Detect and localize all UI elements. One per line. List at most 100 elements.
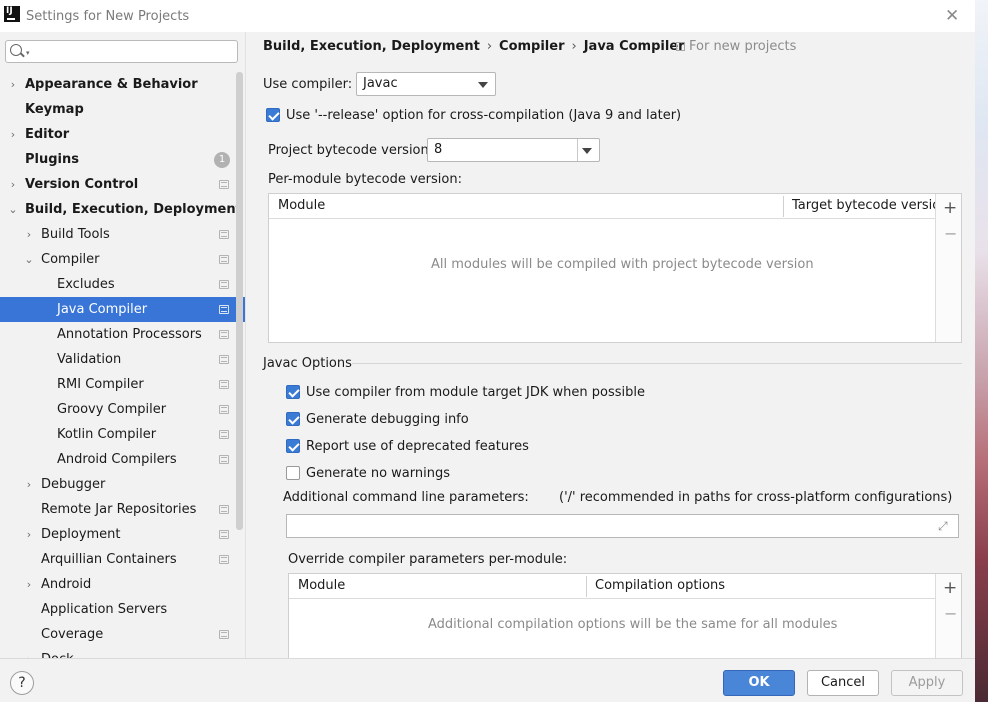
search-icon xyxy=(10,44,22,56)
add-icon[interactable]: + xyxy=(943,198,957,218)
dialog-button-bar: ? OK Cancel Apply xyxy=(0,658,975,702)
javac-option-label: Generate debugging info xyxy=(306,412,469,427)
chevron-right-icon[interactable]: › xyxy=(7,122,19,147)
breadcrumb-separator-icon: › xyxy=(571,39,577,54)
chevron-right-icon[interactable]: › xyxy=(23,222,35,247)
project-level-icon xyxy=(219,505,229,514)
sidebar-item-label: Coverage xyxy=(41,627,104,642)
sidebar-item-editor[interactable]: › Editor xyxy=(0,122,236,147)
column-divider[interactable] xyxy=(586,576,587,597)
sidebar-item-label: Keymap xyxy=(25,102,84,117)
table-empty-text: All modules will be compiled with projec… xyxy=(431,257,814,272)
override-params-table: Module Compilation options Additional co… xyxy=(288,573,962,663)
sidebar-item-label: Arquillian Containers xyxy=(41,552,177,567)
javac-options-title: Javac Options xyxy=(263,356,352,371)
column-header-module[interactable]: Module xyxy=(298,578,345,593)
column-header-compilation-options[interactable]: Compilation options xyxy=(595,578,725,593)
sidebar-item-version-control[interactable]: › Version Control xyxy=(0,172,236,197)
additional-params-hint: ('/' recommended in paths for cross-plat… xyxy=(559,490,953,505)
sidebar-scrollbar[interactable] xyxy=(236,72,243,530)
sidebar-item-appearance-behavior[interactable]: › Appearance & Behavior xyxy=(0,72,236,97)
sidebar-item-label: Compiler xyxy=(41,252,100,267)
sidebar-item-build-execution-deployment[interactable]: ⌄ Build, Execution, Deployment xyxy=(0,197,241,222)
chevron-right-icon[interactable]: › xyxy=(7,172,19,197)
javac-option-label: Report use of deprecated features xyxy=(306,439,529,454)
column-header-module[interactable]: Module xyxy=(278,198,325,213)
sidebar-item-label: Deployment xyxy=(41,527,121,542)
sidebar-item-build-tools[interactable]: › Build Tools xyxy=(0,222,236,247)
per-module-bytecode-table: Module Target bytecode version All modul… xyxy=(268,193,962,343)
javac-option-checkbox[interactable] xyxy=(286,466,300,480)
column-divider[interactable] xyxy=(783,196,784,217)
project-level-icon xyxy=(219,305,229,314)
sidebar-item-keymap[interactable]: Keymap xyxy=(0,97,236,122)
add-icon[interactable]: + xyxy=(943,578,957,598)
javac-option-checkbox[interactable] xyxy=(286,385,300,399)
javac-option-checkbox[interactable] xyxy=(286,412,300,426)
table-toolbar: + − xyxy=(935,194,961,342)
title-bar: IJ Settings for New Projects ✕ xyxy=(0,0,975,32)
sidebar-item-java-compiler[interactable]: Java Compiler xyxy=(0,297,245,322)
sidebar-item-remote-jar-repositories[interactable]: Remote Jar Repositories xyxy=(0,497,236,522)
sidebar-item-plugins[interactable]: Plugins 1 xyxy=(0,147,236,172)
close-icon[interactable]: ✕ xyxy=(945,6,959,26)
expand-icon[interactable]: ⤢ xyxy=(938,519,948,534)
project-level-icon xyxy=(219,280,229,289)
project-level-icon xyxy=(219,430,229,439)
chevron-right-icon[interactable]: › xyxy=(23,472,35,497)
sidebar-item-label: Validation xyxy=(57,352,122,367)
project-level-icon xyxy=(219,330,229,339)
sidebar-item-excludes[interactable]: Excludes xyxy=(0,272,236,297)
remove-icon[interactable]: − xyxy=(944,604,957,623)
sidebar-item-label: Android xyxy=(41,577,92,592)
sidebar-item-arquillian-containers[interactable]: Arquillian Containers xyxy=(0,547,236,572)
cancel-button[interactable]: Cancel xyxy=(807,670,879,696)
help-button[interactable]: ? xyxy=(10,671,34,695)
sidebar-item-application-servers[interactable]: Application Servers xyxy=(0,597,236,622)
sidebar-item-label: Remote Jar Repositories xyxy=(41,502,197,517)
sidebar-item-compiler[interactable]: ⌄ Compiler xyxy=(0,247,236,272)
javac-option-checkbox[interactable] xyxy=(286,439,300,453)
column-header-target-bytecode[interactable]: Target bytecode version xyxy=(792,198,949,213)
sidebar-item-annotation-processors[interactable]: Annotation Processors xyxy=(0,322,236,347)
table-header: Module Compilation options xyxy=(289,574,935,599)
project-level-icon xyxy=(219,630,229,639)
sidebar-item-validation[interactable]: Validation xyxy=(0,347,236,372)
chevron-right-icon[interactable]: › xyxy=(23,572,35,597)
chevron-down-icon[interactable]: ⌄ xyxy=(7,197,19,222)
ok-button[interactable]: OK xyxy=(723,670,795,696)
sidebar-item-debugger[interactable]: › Debugger xyxy=(0,472,236,497)
settings-search-input[interactable]: ▾ xyxy=(5,40,238,63)
chevron-right-icon[interactable]: › xyxy=(7,72,19,97)
sidebar-item-android[interactable]: › Android xyxy=(0,572,236,597)
sidebar-item-kotlin-compiler[interactable]: Kotlin Compiler xyxy=(0,422,236,447)
additional-params-input[interactable] xyxy=(286,514,959,538)
search-history-chevron-icon[interactable]: ▾ xyxy=(26,49,30,57)
chevron-right-icon[interactable]: › xyxy=(23,522,35,547)
sidebar-item-android-compilers[interactable]: Android Compilers xyxy=(0,447,236,472)
sidebar-item-deployment[interactable]: › Deployment xyxy=(0,522,236,547)
desktop-background xyxy=(975,0,988,702)
project-level-icon xyxy=(219,555,229,564)
settings-sidebar: ▾ › Appearance & Behavior Keymap › Editor Plu… xyxy=(0,32,246,658)
sidebar-item-rmi-compiler[interactable]: RMI Compiler xyxy=(0,372,236,397)
apply-button[interactable]: Apply xyxy=(891,670,963,696)
sidebar-item-dock[interactable]: › Dock xyxy=(0,647,236,658)
project-level-icon xyxy=(219,530,229,539)
chevron-down-icon[interactable]: ⌄ xyxy=(23,247,35,272)
per-module-bytecode-label: Per-module bytecode version: xyxy=(268,172,462,187)
sidebar-item-label: Application Servers xyxy=(41,602,168,617)
project-level-icon xyxy=(219,455,229,464)
bytecode-version-combo[interactable]: 8 xyxy=(427,138,600,162)
breadcrumb: Build, Execution, Deployment › Compiler › Ja… xyxy=(263,39,685,54)
use-compiler-select[interactable]: Javac xyxy=(356,72,496,96)
release-option-checkbox[interactable] xyxy=(266,108,280,122)
sidebar-item-label: Excludes xyxy=(57,277,115,292)
sidebar-item-coverage[interactable]: Coverage xyxy=(0,622,236,647)
table-header: Module Target bytecode version xyxy=(269,194,949,219)
sidebar-item-label: Editor xyxy=(25,127,70,142)
remove-icon[interactable]: − xyxy=(944,224,957,243)
project-level-icon xyxy=(219,180,229,189)
sidebar-item-groovy-compiler[interactable]: Groovy Compiler xyxy=(0,397,236,422)
chevron-right-icon[interactable]: › xyxy=(23,647,35,658)
